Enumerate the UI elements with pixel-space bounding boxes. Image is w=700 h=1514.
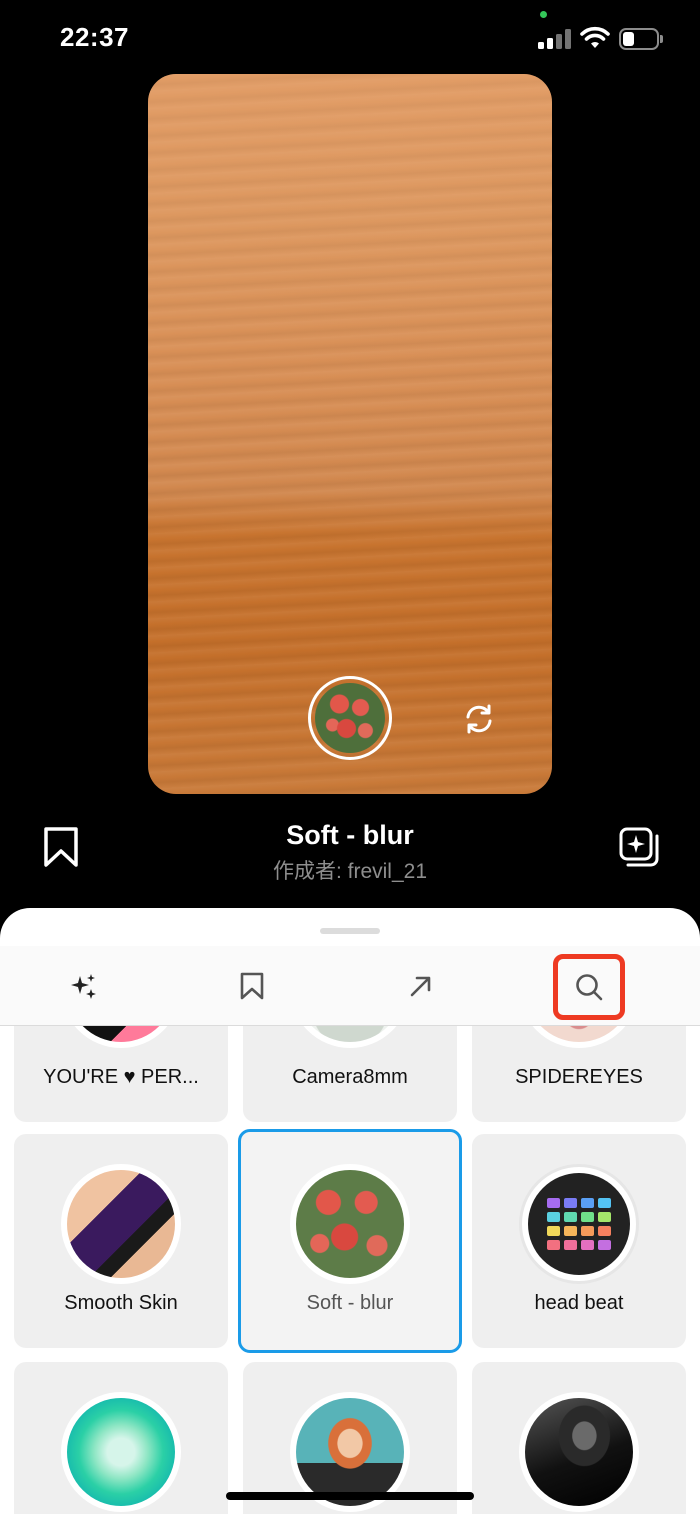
sparkles-icon <box>71 974 96 999</box>
wifi-icon <box>580 26 610 48</box>
effect-icon <box>519 1026 639 1048</box>
tab-trending[interactable] <box>49 956 119 1016</box>
effect-card[interactable]: SPIDEREYES <box>472 1026 686 1122</box>
camera-in-use-indicator <box>540 11 547 18</box>
effect-name: Camera8mm <box>292 1066 408 1088</box>
capture-button[interactable] <box>308 676 392 760</box>
arrow-up-right-icon <box>410 976 431 997</box>
flip-camera-icon[interactable] <box>462 702 496 736</box>
tab-search[interactable] <box>553 954 625 1020</box>
effect-name: Smooth Skin <box>64 1292 178 1314</box>
effect-title: Soft - blur <box>286 820 414 850</box>
search-icon <box>576 974 603 1001</box>
effect-card[interactable]: Camera8mm <box>243 1026 457 1122</box>
drum-pad-icon <box>547 1198 611 1250</box>
effect-name: head beat <box>534 1292 624 1314</box>
effect-icon <box>61 1392 181 1512</box>
effect-icon <box>290 1026 410 1048</box>
effect-card[interactable]: head beat <box>472 1134 686 1348</box>
effect-icon <box>519 1392 639 1512</box>
effect-name: YOU'RE ♥ PER... <box>43 1066 199 1088</box>
effect-icon <box>519 1164 639 1284</box>
effect-name: Soft - blur <box>306 1292 394 1314</box>
effect-card[interactable]: YOU'RE ♥ PER... <box>14 1026 228 1122</box>
status-time: 22:37 <box>60 22 129 52</box>
sheet-drag-handle[interactable] <box>320 928 380 934</box>
save-effect-bookmark-icon[interactable] <box>42 826 80 868</box>
battery-icon <box>619 28 663 50</box>
camera-preview[interactable] <box>148 74 552 794</box>
tab-saved[interactable] <box>217 956 287 1016</box>
effect-card[interactable] <box>472 1362 686 1514</box>
effect-card[interactable]: Smooth Skin <box>14 1134 228 1348</box>
bookmark-icon <box>240 972 264 1000</box>
effects-sheet: YOU'RE ♥ PER... Camera8mm SPIDEREYES Smo… <box>0 908 700 1514</box>
signal-icon <box>538 29 572 49</box>
effect-card-selected[interactable]: Soft - blur <box>238 1129 462 1353</box>
effects-tab-bar <box>0 946 700 1026</box>
effect-author[interactable]: 作成者: frevil_21 <box>200 855 500 885</box>
home-indicator[interactable] <box>226 1492 474 1500</box>
effect-card[interactable] <box>14 1362 228 1514</box>
effect-icon <box>61 1026 181 1048</box>
effects-grid: YOU'RE ♥ PER... Camera8mm SPIDEREYES Smo… <box>0 1026 700 1514</box>
effect-name: SPIDEREYES <box>515 1066 643 1088</box>
tab-shared[interactable] <box>386 956 456 1016</box>
status-bar: 22:37 <box>0 0 700 76</box>
add-to-collection-icon[interactable] <box>618 826 660 868</box>
effect-icon <box>61 1164 181 1284</box>
effect-icon <box>290 1164 410 1284</box>
effect-thumbnail <box>315 683 385 753</box>
